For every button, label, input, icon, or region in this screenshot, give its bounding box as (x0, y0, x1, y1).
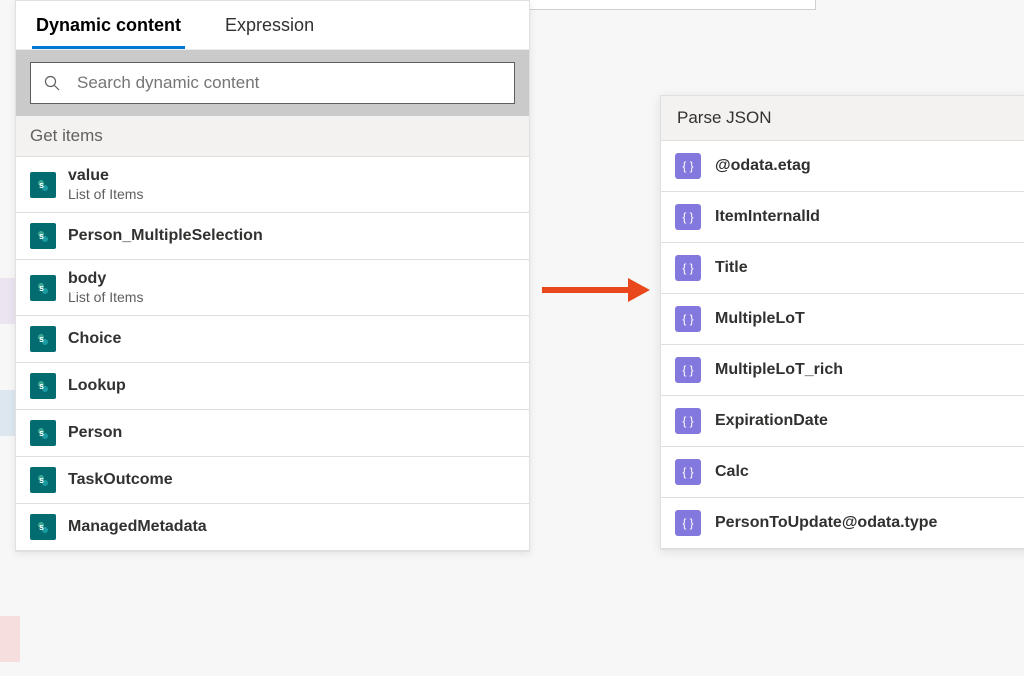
json-field-label: PersonToUpdate@odata.type (715, 514, 937, 532)
tab-dynamic-content[interactable]: Dynamic content (32, 1, 185, 49)
sharepoint-icon: s (30, 373, 56, 399)
item-title: body (68, 270, 143, 288)
json-field-label: @odata.etag (715, 157, 811, 175)
item-title: ManagedMetadata (68, 518, 207, 536)
dynamic-content-item[interactable]: s Person (16, 410, 529, 457)
sharepoint-icon: s (30, 514, 56, 540)
search-container (16, 50, 529, 116)
json-braces-icon: { } (675, 153, 701, 179)
item-title: TaskOutcome (68, 471, 173, 489)
json-braces-icon: { } (675, 510, 701, 536)
sharepoint-icon: s (30, 326, 56, 352)
json-braces-icon: { } (675, 357, 701, 383)
item-description: List of Items (68, 289, 143, 305)
json-braces-icon: { } (675, 459, 701, 485)
item-title: Person (68, 424, 122, 442)
json-field-item[interactable]: { } MultipleLoT_rich (661, 345, 1024, 396)
search-icon (43, 74, 61, 92)
dynamic-content-item[interactable]: sbodyList of Items (16, 260, 529, 316)
json-fields-list: { }@odata.etag{ }ItemInternalId{ }Title{… (661, 141, 1024, 549)
json-field-item[interactable]: { } Title (661, 243, 1024, 294)
parse-json-panel: Parse JSON { } @odata.etag { } ItemInternal… (660, 95, 1024, 550)
json-braces-icon: { } (675, 408, 701, 434)
json-field-label: Title (715, 259, 748, 277)
item-title: Choice (68, 330, 121, 348)
json-field-item[interactable]: { } PersonToUpdate@odata.type (661, 498, 1024, 549)
dynamic-content-panel: Dynamic content Expression Get items sva… (15, 0, 530, 552)
dynamic-content-item[interactable]: s ManagedMetadata (16, 504, 529, 551)
section-header-parse-json: Parse JSON (661, 96, 1024, 141)
item-title: Person_MultipleSelection (68, 227, 263, 245)
sharepoint-icon: s (30, 172, 56, 198)
json-field-label: MultipleLoT_rich (715, 361, 843, 379)
sharepoint-icon: s (30, 223, 56, 249)
bg-decoration (0, 616, 20, 662)
json-field-item[interactable]: { } @odata.etag (661, 141, 1024, 192)
item-title: Lookup (68, 377, 126, 395)
sharepoint-icon: s (30, 275, 56, 301)
json-braces-icon: { } (675, 306, 701, 332)
tab-expression[interactable]: Expression (221, 1, 318, 49)
sharepoint-icon: s (30, 420, 56, 446)
dynamic-content-item[interactable]: s Choice (16, 316, 529, 363)
json-field-label: ExpirationDate (715, 412, 828, 430)
item-description: List of Items (68, 186, 143, 202)
search-box[interactable] (30, 62, 515, 104)
json-braces-icon: { } (675, 204, 701, 230)
sharepoint-icon: s (30, 467, 56, 493)
json-field-item[interactable]: { } Calc (661, 447, 1024, 498)
json-field-item[interactable]: { } MultipleLoT (661, 294, 1024, 345)
tab-bar: Dynamic content Expression (16, 1, 529, 50)
dynamic-content-item[interactable]: s Person_MultipleSelection (16, 213, 529, 260)
dynamic-content-item[interactable]: s TaskOutcome (16, 457, 529, 504)
json-field-item[interactable]: { } ExpirationDate (661, 396, 1024, 447)
json-field-label: Calc (715, 463, 749, 481)
dynamic-content-item[interactable]: s Lookup (16, 363, 529, 410)
json-field-item[interactable]: { } ItemInternalId (661, 192, 1024, 243)
json-field-label: MultipleLoT (715, 310, 805, 328)
search-input[interactable] (77, 73, 502, 93)
arrow-icon (540, 275, 650, 305)
json-field-label: ItemInternalId (715, 208, 820, 226)
item-title: value (68, 167, 143, 185)
items-list: svalueList of ItemssPerson_MultipleSelec… (16, 157, 529, 551)
dynamic-content-item[interactable]: svalueList of Items (16, 157, 529, 213)
section-header-get-items: Get items (16, 116, 529, 157)
json-braces-icon: { } (675, 255, 701, 281)
